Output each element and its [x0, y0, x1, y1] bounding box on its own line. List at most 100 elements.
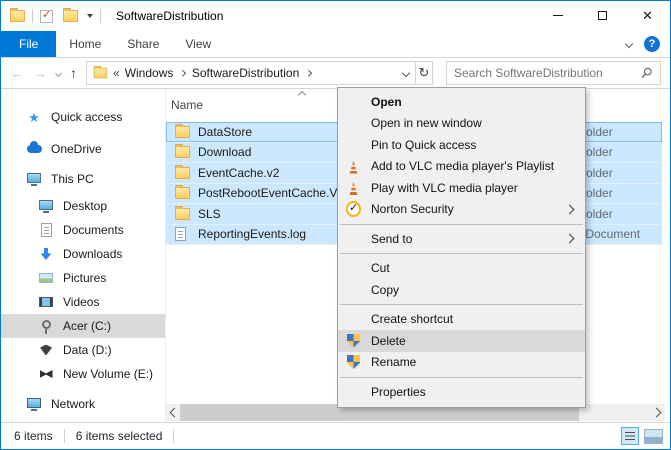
ribbon-expand-chevron-icon[interactable] — [625, 40, 633, 48]
minimize-button[interactable] — [535, 1, 580, 30]
sidebar-item-new-volume-e[interactable]: New Volume (E:) — [1, 362, 165, 386]
submenu-arrow-icon — [565, 234, 575, 244]
sidebar: ★ Quick access OneDrive This PC Desktop Docum… — [1, 89, 166, 422]
file-name: SLS — [198, 207, 221, 221]
divider — [173, 429, 174, 443]
tab-file[interactable]: File — [1, 31, 56, 57]
menu-item-label: Rename — [371, 355, 416, 369]
sidebar-item-this-pc[interactable]: This PC — [1, 167, 165, 191]
uac-shield-icon — [346, 333, 361, 348]
address-box[interactable]: « Windows SoftwareDistribution — [86, 61, 416, 85]
folder-icon — [175, 208, 192, 220]
sidebar-item-label: Pictures — [63, 271, 106, 285]
back-button[interactable]: ← — [10, 66, 24, 80]
sidebar-item-network[interactable]: Network — [1, 392, 165, 416]
qat-properties-icon[interactable] — [40, 10, 53, 23]
context-menu-item-properties[interactable]: Properties — [338, 381, 585, 403]
sidebar-item-desktop[interactable]: Desktop — [1, 194, 165, 218]
menu-item-label: Create shortcut — [371, 312, 453, 326]
tab-home[interactable]: Home — [56, 31, 114, 57]
menu-separator — [340, 304, 583, 305]
recent-locations-chevron-icon[interactable] — [55, 69, 62, 76]
menu-separator — [340, 253, 583, 254]
refresh-button[interactable]: ↻ — [416, 61, 433, 85]
norton-icon — [346, 202, 361, 217]
vlc-icon — [346, 160, 361, 175]
forward-button[interactable]: → — [33, 66, 47, 80]
tab-view[interactable]: View — [172, 31, 224, 57]
status-bar: 6 items 6 items selected — [1, 422, 670, 449]
up-button[interactable]: ↑ — [70, 66, 77, 80]
details-view-button[interactable] — [621, 427, 639, 445]
sidebar-item-pictures[interactable]: Pictures — [1, 266, 165, 290]
sidebar-item-label: This PC — [51, 172, 94, 186]
context-menu-item-add-to-vlc-media-player-s-playlist[interactable]: Add to VLC media player's Playlist — [338, 156, 585, 178]
context-menu-item-rename[interactable]: Rename — [338, 352, 585, 374]
sidebar-item-label: Videos — [63, 295, 99, 309]
menu-item-label: Norton Security — [371, 202, 454, 216]
context-menu-item-copy[interactable]: Copy — [338, 279, 585, 301]
sidebar-item-label: Documents — [63, 223, 124, 237]
search-box — [446, 61, 661, 85]
context-menu-item-create-shortcut[interactable]: Create shortcut — [338, 309, 585, 331]
sidebar-item-label: Network — [51, 397, 95, 411]
sidebar-item-onedrive[interactable]: OneDrive — [1, 137, 165, 161]
context-menu-item-send-to[interactable]: Send to — [338, 228, 585, 250]
scroll-left-icon[interactable] — [170, 408, 180, 418]
column-header-label: Name — [171, 98, 203, 112]
quick-access-icon: ★ — [26, 111, 42, 124]
sidebar-item-quick-access[interactable]: ★ Quick access — [1, 105, 165, 129]
close-button[interactable]: ✕ — [625, 1, 670, 30]
breadcrumb-chevron-icon[interactable] — [305, 70, 311, 76]
context-menu-item-delete[interactable]: Delete — [338, 330, 585, 352]
context-menu-item-pin-to-quick-access[interactable]: Pin to Quick access — [338, 134, 585, 156]
breadcrumb-softwaredistribution[interactable]: SoftwareDistribution — [192, 66, 299, 80]
tab-share[interactable]: Share — [114, 31, 172, 57]
qat-new-folder-icon[interactable] — [63, 10, 78, 22]
sidebar-item-acer-c[interactable]: Acer (C:) — [1, 314, 165, 338]
vlc-icon — [346, 181, 361, 196]
breadcrumb-windows[interactable]: Windows — [125, 66, 174, 80]
address-dropdown-chevron-icon[interactable] — [402, 69, 410, 77]
drive-e-icon — [38, 370, 54, 378]
maximize-button[interactable] — [580, 1, 625, 30]
sidebar-item-videos[interactable]: Videos — [1, 290, 165, 314]
network-icon — [26, 401, 42, 408]
desktop-icon — [38, 203, 54, 210]
large-icons-view-button[interactable] — [644, 429, 663, 444]
folder-icon — [175, 126, 192, 138]
sidebar-item-label: Acer (C:) — [63, 319, 111, 333]
help-icon[interactable]: ? — [644, 36, 660, 52]
divider — [32, 9, 33, 23]
menu-separator — [340, 224, 583, 225]
onedrive-icon — [26, 145, 42, 153]
breadcrumb-chevron-icon[interactable] — [179, 70, 185, 76]
scroll-right-icon[interactable] — [652, 408, 662, 418]
sidebar-item-downloads[interactable]: Downloads — [1, 242, 165, 266]
context-menu-item-open[interactable]: Open — [338, 91, 585, 113]
divider — [64, 429, 65, 443]
sidebar-item-documents[interactable]: Documents — [1, 218, 165, 242]
context-menu-item-open-in-new-window[interactable]: Open in new window — [338, 113, 585, 135]
menu-item-label: Delete — [371, 334, 406, 348]
crumb-overflow[interactable]: « — [113, 66, 120, 80]
context-menu-item-play-with-vlc-media-player[interactable]: Play with VLC media player — [338, 177, 585, 199]
videos-icon — [38, 297, 54, 307]
file-name: DataStore — [198, 125, 252, 139]
qat-customize-caret-icon[interactable] — [87, 14, 93, 18]
sidebar-item-data-d[interactable]: Data (D:) — [1, 338, 165, 362]
menu-item-label: Send to — [371, 232, 412, 246]
address-folder-icon — [94, 68, 108, 79]
sidebar-item-label: Quick access — [51, 110, 122, 124]
context-menu: OpenOpen in new windowPin to Quick acces… — [337, 87, 586, 408]
menu-separator — [340, 377, 583, 378]
address-bar: ← → ↑ « Windows SoftwareDistribution ↻ — [1, 58, 670, 89]
context-menu-item-norton-security[interactable]: Norton Security — [338, 199, 585, 221]
sidebar-item-label: Downloads — [63, 247, 122, 261]
menu-item-label: Cut — [371, 261, 390, 275]
search-input[interactable] — [454, 66, 641, 80]
documents-icon — [38, 223, 54, 237]
context-menu-item-cut[interactable]: Cut — [338, 258, 585, 280]
menu-item-label: Properties — [371, 385, 426, 399]
search-icon[interactable] — [641, 67, 653, 79]
